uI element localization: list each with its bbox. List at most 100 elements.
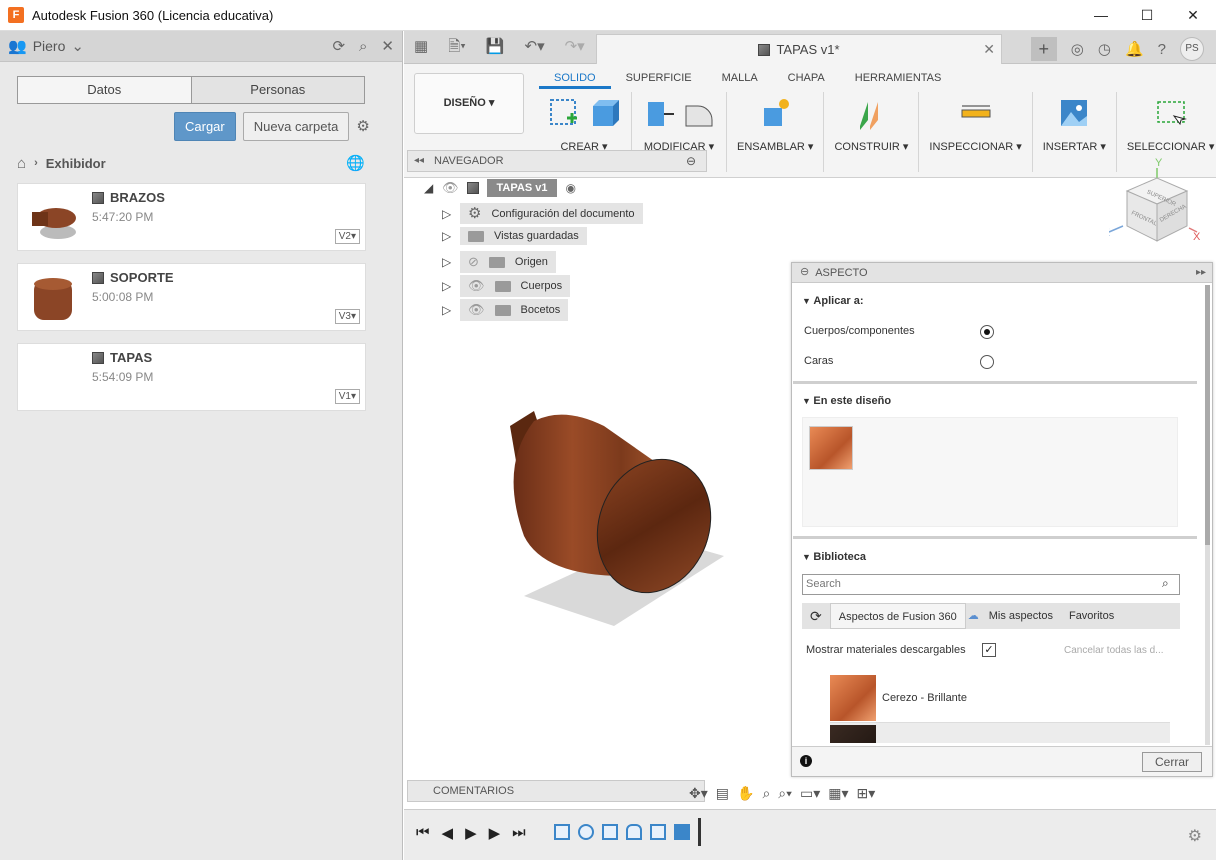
job-status-icon[interactable]: ◷ [1098,42,1111,57]
tab-favorites[interactable]: Favoritos [1061,603,1122,629]
browser-panel-header[interactable]: ◂◂ NAVEGADOR ⊖ [407,150,707,172]
step-forward-icon[interactable]: ▶ [489,824,501,842]
viewports-icon[interactable]: ⊞▾ [857,785,876,802]
version-badge[interactable]: V3▾ [334,309,360,324]
list-item[interactable]: Cerezo - Brillante [830,673,1170,723]
group-label[interactable]: INSERTAR ▾ [1043,140,1106,153]
tab-my-appearances[interactable]: Mis aspectos [981,603,1061,629]
gear-icon[interactable]: ⚙ [1188,826,1202,846]
tab-superficie[interactable]: SUPERFICIE [611,69,707,89]
search-input[interactable]: Search [802,574,1180,595]
tab-solido[interactable]: SOLIDO [539,69,611,89]
expand-arrows-icon[interactable]: ▸▸ [1196,267,1206,278]
notifications-icon[interactable]: 🔔 [1125,42,1144,57]
file-menu-icon[interactable]: 🗎▾ [448,39,466,54]
eye-icon[interactable]: 👁 [442,180,459,196]
maximize-button[interactable]: ☐ [1124,0,1170,30]
group-label[interactable]: INSPECCIONAR ▾ [929,140,1021,153]
search-icon[interactable]: ⌕ [1162,576,1169,591]
new-tab-button[interactable]: + [1030,37,1057,61]
home-icon[interactable]: ⌂ [17,156,26,171]
group-label[interactable]: SELECCIONAR ▾ [1127,140,1214,153]
tree-item-bodies[interactable]: ▷ 👁 Cuerpos [442,275,571,297]
expand-triangle-icon[interactable]: ▷ [442,279,452,293]
tab-chapa[interactable]: CHAPA [773,69,840,89]
timeline-feature-sketch[interactable] [650,824,666,840]
insert-image-icon[interactable] [1057,96,1091,130]
document-tab[interactable]: TAPAS v1* ✕ [596,34,1002,64]
timeline-feature-sketch[interactable] [602,824,618,840]
file-card-brazos[interactable]: BRAZOS 5:47:20 PM V2▾ [17,183,366,251]
team-selector[interactable]: 👥 Piero ⌄ [8,38,84,54]
help-icon[interactable]: ? [1158,42,1166,57]
extrude-icon[interactable] [587,96,621,130]
tree-item-origin[interactable]: ▷ ⊘ Origen [442,251,556,273]
display-settings-icon[interactable]: ▭▾ [800,785,820,802]
tab-herramientas[interactable]: HERRAMIENTAS [840,69,957,89]
close-window-button[interactable]: ✕ [1170,0,1216,30]
extensions-icon[interactable]: ◎ [1071,42,1084,57]
expand-triangle-icon[interactable]: ▷ [442,207,452,221]
version-badge[interactable]: V1▾ [334,389,360,404]
avatar[interactable]: PS [1180,37,1204,61]
look-at-icon[interactable]: ▤ [716,785,729,802]
new-folder-button[interactable]: Nueva carpeta [242,112,350,141]
pan-icon[interactable]: ✋ [737,785,754,802]
radio-bodies[interactable] [980,325,994,339]
zoom-icon[interactable]: ⌕ [762,785,770,802]
close-tab-icon[interactable]: ✕ [983,41,995,58]
collapse-arrows-icon[interactable]: ◂◂ [414,156,424,166]
version-badge[interactable]: V2▾ [334,229,360,244]
save-icon[interactable]: 💾 [486,39,505,54]
timeline-marker[interactable] [698,818,701,846]
grid-menu-icon[interactable]: ▦ [414,39,428,54]
expand-triangle-icon[interactable]: ▷ [442,229,452,243]
activate-radio-icon[interactable]: ◉ [565,182,575,194]
orbit-icon[interactable]: ✥▾ [689,785,708,802]
workspace-switcher[interactable]: DISEÑO ▾ [414,73,524,134]
expand-triangle-icon[interactable]: ▷ [442,303,452,317]
tree-item-saved-views[interactable]: ▷ Vistas guardadas [442,227,587,245]
scrollbar[interactable] [1205,285,1210,745]
comments-panel[interactable]: COMENTARIOS [407,780,705,802]
tab-personas[interactable]: Personas [191,77,364,103]
show-downloadable-checkbox[interactable]: ✓ [982,643,996,657]
list-item[interactable] [830,723,1170,743]
press-pull-icon[interactable] [642,96,676,130]
view-cube[interactable]: Y SUPERIOR FRONTAL DERECHA Z X [1109,156,1204,251]
close-button[interactable]: Cerrar [1141,752,1202,772]
globe-icon[interactable]: 🌐 [346,156,365,171]
play-icon[interactable]: ▶ [465,824,477,842]
breadcrumb-folder[interactable]: Exhibidor [46,156,106,171]
tree-item-document-settings[interactable]: ▷ ⚙ Configuración del documento [442,203,643,224]
minimize-panel-icon[interactable]: ⊖ [800,267,809,278]
timeline-feature-sketch[interactable] [554,824,570,840]
tab-datos[interactable]: Datos [18,77,192,103]
fit-icon[interactable]: ⌕▾ [778,785,792,802]
search-icon[interactable]: ⌕ [359,39,367,54]
expand-triangle-icon[interactable]: ▷ [442,255,452,269]
tab-malla[interactable]: MALLA [707,69,773,89]
eye-icon[interactable]: 👁 [468,302,485,318]
timeline-feature-extrude[interactable] [674,824,690,840]
redo-icon[interactable]: ↷▾ [565,39,585,54]
upload-button[interactable]: Cargar [174,112,236,141]
grid-settings-icon[interactable]: ▦▾ [828,785,848,802]
group-label[interactable]: CONSTRUIR ▾ [834,140,908,153]
timeline-feature-revolve[interactable] [626,824,642,840]
refresh-icon[interactable]: ⟳ [332,39,345,54]
window-select-icon[interactable] [1154,96,1188,130]
material-swatch[interactable] [809,426,853,470]
eye-hidden-icon[interactable]: ⊘ [468,254,479,270]
new-component-icon[interactable] [758,96,792,130]
timeline-feature-extrude[interactable] [578,824,594,840]
radio-faces[interactable] [980,355,994,369]
go-to-end-icon[interactable]: ⏭ [512,824,526,842]
appearance-dialog-header[interactable]: ⊖ ASPECTO ▸▸ [792,263,1212,283]
gear-icon[interactable]: ⚙ [356,119,369,134]
file-card-soporte[interactable]: SOPORTE 5:00:08 PM V3▾ [17,263,366,331]
go-to-start-icon[interactable]: ⏮ [416,824,430,842]
tab-fusion-appearances[interactable]: Aspectos de Fusion 360 [829,603,966,629]
section-apply-to[interactable]: Aplicar a: [802,295,863,307]
info-icon[interactable]: i [800,755,812,767]
